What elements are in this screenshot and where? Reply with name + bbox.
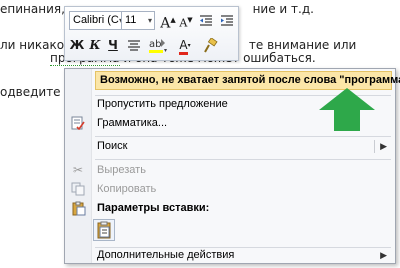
font-color-button[interactable]: A▾	[173, 36, 197, 55]
font-name-value: Calibri (С	[73, 14, 119, 26]
svg-text:▾: ▾	[164, 47, 167, 54]
increase-indent-icon	[221, 15, 233, 26]
chevron-right-icon: ▶	[380, 141, 387, 151]
grammar-label: Грамматика...	[97, 117, 168, 129]
doc-text: те внимание или	[248, 38, 357, 52]
bold-button[interactable]: Ж	[69, 36, 85, 55]
copy-icon	[70, 182, 86, 197]
grammar-check-icon	[70, 116, 86, 131]
scissors-icon: ✂	[72, 163, 84, 177]
font-name-select[interactable]: Calibri (С ▾	[69, 11, 126, 30]
shrink-font-button[interactable]: A▼	[178, 11, 194, 30]
highlighter-icon: ab▾	[149, 39, 167, 54]
svg-text:ab: ab	[149, 39, 161, 50]
clipboard-icon	[70, 201, 86, 216]
increase-indent-button[interactable]	[218, 11, 236, 30]
decrease-indent-button[interactable]	[197, 11, 215, 30]
highlight-color-button[interactable]: ab ▾	[145, 36, 171, 55]
paste-options-header: Параметры вставки:	[65, 199, 395, 218]
paste-options-label: Параметры вставки:	[97, 202, 210, 214]
font-size-select[interactable]: 11 ▾	[121, 11, 155, 30]
menu-divider	[95, 159, 391, 160]
doc-text: ли никакой	[0, 38, 72, 52]
center-align-button[interactable]	[125, 36, 143, 55]
font-size-value: 11	[125, 14, 137, 26]
paste-text-icon	[97, 221, 111, 239]
cut-item[interactable]: ✂ Вырезать	[65, 161, 395, 180]
more-actions-label: Дополнительные действия	[97, 249, 235, 261]
paste-keep-text-button[interactable]	[93, 219, 115, 241]
search-label: Поиск	[97, 140, 128, 152]
mini-toolbar: Calibri (С ▾ 11 ▾ A▲ A▼ Ж К Ч ab▾ A▾	[64, 6, 239, 61]
cut-label: Вырезать	[97, 164, 146, 176]
grow-font-icon: A	[160, 15, 171, 32]
submenu-divider	[374, 140, 375, 153]
suggestion-label: Возможно, не хватает запятой после слова…	[100, 74, 400, 86]
format-painter-icon	[204, 37, 218, 53]
font-color-icon: A	[179, 39, 188, 55]
grow-font-button[interactable]: A▲	[160, 11, 176, 32]
doc-text: ние и т.д.	[252, 2, 314, 16]
chevron-right-icon: ▶	[380, 250, 387, 260]
copy-item[interactable]: Копировать	[65, 180, 395, 199]
green-arrow-up-icon	[319, 88, 375, 131]
ignore-sentence-label: Пропустить предложение	[97, 98, 228, 110]
format-painter-button[interactable]	[201, 36, 219, 55]
decrease-indent-icon	[200, 15, 212, 26]
italic-button[interactable]: К	[87, 36, 103, 55]
search-item[interactable]: Поиск ▶	[65, 137, 395, 156]
chevron-down-icon: ▾	[147, 16, 152, 25]
underline-button[interactable]: Ч	[105, 36, 121, 55]
more-actions-item[interactable]: Дополнительные действия ▶	[65, 246, 395, 265]
center-align-icon	[128, 40, 140, 51]
copy-label: Копировать	[97, 183, 157, 195]
